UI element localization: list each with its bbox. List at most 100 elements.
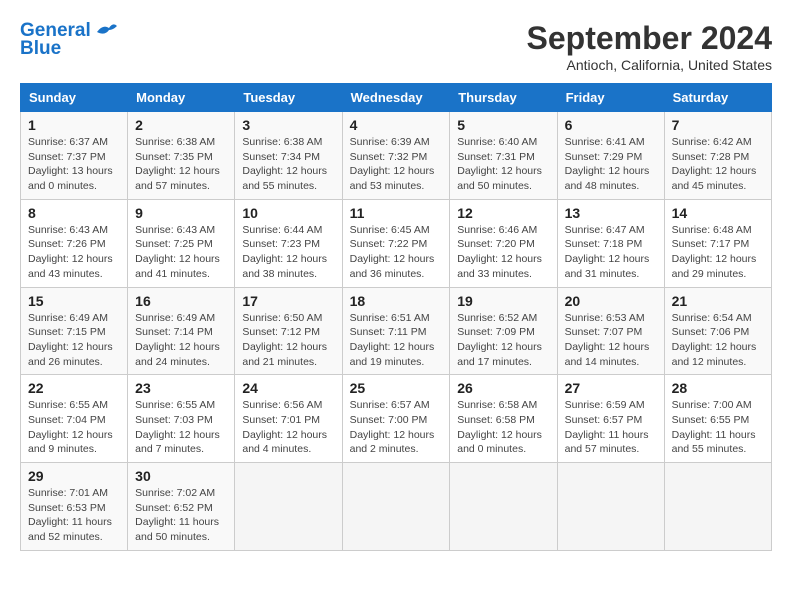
calendar-day-cell: 24Sunrise: 6:56 AMSunset: 7:01 PMDayligh… <box>235 375 342 463</box>
day-of-week-header: Tuesday <box>235 84 342 112</box>
calendar-day-cell: 12 Sunrise: 6:46 AMSunset: 7:20 PMDayligh… <box>450 199 557 287</box>
day-info: Sunrise: 6:57 AMSunset: 7:00 PMDaylight:… <box>350 398 443 457</box>
day-info: Sunrise: 6:49 AMSunset: 7:14 PMDaylight:… <box>135 311 227 370</box>
empty-day-cell <box>557 463 664 551</box>
calendar-day-cell: 20 Sunrise: 6:53 AMSunset: 7:07 PMDayligh… <box>557 287 664 375</box>
logo: General Blue <box>20 20 119 60</box>
calendar-day-cell: 1 Sunrise: 6:37 AMSunset: 7:37 PMDaylight… <box>21 112 128 200</box>
day-number: 12 <box>457 205 549 221</box>
calendar-day-cell: 26 Sunrise: 6:58 AMSunset: 6:58 PMDayligh… <box>450 375 557 463</box>
day-number: 30 <box>135 468 227 484</box>
day-number: 14 <box>672 205 764 221</box>
day-info: Sunrise: 6:55 AMSunset: 7:04 PMDaylight:… <box>28 398 120 457</box>
day-number: 27 <box>565 380 657 396</box>
calendar-day-cell: 9Sunrise: 6:43 AMSunset: 7:25 PMDaylight… <box>128 199 235 287</box>
day-info: Sunrise: 6:53 AMSunset: 7:07 PMDaylight:… <box>565 311 657 370</box>
day-number: 10 <box>242 205 334 221</box>
calendar-week-row: 1 Sunrise: 6:37 AMSunset: 7:37 PMDaylight… <box>21 112 772 200</box>
calendar-day-cell: 2 Sunrise: 6:38 AMSunset: 7:35 PMDaylight… <box>128 112 235 200</box>
day-of-week-header: Thursday <box>450 84 557 112</box>
day-info: Sunrise: 6:51 AMSunset: 7:11 PMDaylight:… <box>350 311 443 370</box>
day-info: Sunrise: 6:54 AMSunset: 7:06 PMDaylight:… <box>672 311 764 370</box>
day-number: 19 <box>457 293 549 309</box>
day-number: 22 <box>28 380 120 396</box>
day-info: Sunrise: 7:00 AMSunset: 6:55 PMDaylight:… <box>672 398 764 457</box>
day-info: Sunrise: 6:40 AMSunset: 7:31 PMDaylight:… <box>457 135 549 194</box>
day-number: 16 <box>135 293 227 309</box>
calendar-day-cell: 13Sunrise: 6:47 AMSunset: 7:18 PMDayligh… <box>557 199 664 287</box>
calendar-body: 1 Sunrise: 6:37 AMSunset: 7:37 PMDaylight… <box>21 112 772 551</box>
calendar-day-cell: 30 Sunrise: 7:02 AMSunset: 6:52 PMDayligh… <box>128 463 235 551</box>
day-number: 23 <box>135 380 227 396</box>
calendar-header-row: SundayMondayTuesdayWednesdayThursdayFrid… <box>21 84 772 112</box>
day-info: Sunrise: 6:38 AMSunset: 7:34 PMDaylight:… <box>242 135 334 194</box>
day-info: Sunrise: 6:52 AMSunset: 7:09 PMDaylight:… <box>457 311 549 370</box>
calendar-day-cell: 6 Sunrise: 6:41 AMSunset: 7:29 PMDaylight… <box>557 112 664 200</box>
day-info: Sunrise: 6:55 AMSunset: 7:03 PMDaylight:… <box>135 398 227 457</box>
calendar-week-row: 15Sunrise: 6:49 AMSunset: 7:15 PMDayligh… <box>21 287 772 375</box>
calendar-day-cell: 21 Sunrise: 6:54 AMSunset: 7:06 PMDayligh… <box>664 287 771 375</box>
page-header: General Blue September 2024 Antioch, Cal… <box>20 20 772 73</box>
day-number: 17 <box>242 293 334 309</box>
logo-bird-icon <box>95 22 119 40</box>
day-number: 1 <box>28 117 120 133</box>
day-info: Sunrise: 6:43 AMSunset: 7:25 PMDaylight:… <box>135 223 227 282</box>
day-number: 6 <box>565 117 657 133</box>
day-number: 11 <box>350 205 443 221</box>
calendar-week-row: 8Sunrise: 6:43 AMSunset: 7:26 PMDaylight… <box>21 199 772 287</box>
day-number: 3 <box>242 117 334 133</box>
day-number: 29 <box>28 468 120 484</box>
day-info: Sunrise: 7:02 AMSunset: 6:52 PMDaylight:… <box>135 486 227 545</box>
calendar-week-row: 22 Sunrise: 6:55 AMSunset: 7:04 PMDayligh… <box>21 375 772 463</box>
day-number: 7 <box>672 117 764 133</box>
calendar-day-cell: 7 Sunrise: 6:42 AMSunset: 7:28 PMDaylight… <box>664 112 771 200</box>
calendar-week-row: 29Sunrise: 7:01 AMSunset: 6:53 PMDayligh… <box>21 463 772 551</box>
day-number: 25 <box>350 380 443 396</box>
day-of-week-header: Sunday <box>21 84 128 112</box>
calendar-table: SundayMondayTuesdayWednesdayThursdayFrid… <box>20 83 772 551</box>
day-number: 21 <box>672 293 764 309</box>
calendar-day-cell: 17 Sunrise: 6:50 AMSunset: 7:12 PMDayligh… <box>235 287 342 375</box>
day-number: 26 <box>457 380 549 396</box>
calendar-day-cell: 11 Sunrise: 6:45 AMSunset: 7:22 PMDayligh… <box>342 199 450 287</box>
calendar-day-cell: 3 Sunrise: 6:38 AMSunset: 7:34 PMDaylight… <box>235 112 342 200</box>
day-info: Sunrise: 6:43 AMSunset: 7:26 PMDaylight:… <box>28 223 120 282</box>
day-number: 20 <box>565 293 657 309</box>
day-of-week-header: Wednesday <box>342 84 450 112</box>
day-info: Sunrise: 6:38 AMSunset: 7:35 PMDaylight:… <box>135 135 227 194</box>
day-info: Sunrise: 6:39 AMSunset: 7:32 PMDaylight:… <box>350 135 443 194</box>
calendar-day-cell: 10Sunrise: 6:44 AMSunset: 7:23 PMDayligh… <box>235 199 342 287</box>
day-of-week-header: Saturday <box>664 84 771 112</box>
day-info: Sunrise: 6:46 AMSunset: 7:20 PMDaylight:… <box>457 223 549 282</box>
empty-day-cell <box>235 463 342 551</box>
month-title: September 2024 <box>527 20 772 57</box>
title-area: September 2024 Antioch, California, Unit… <box>527 20 772 73</box>
calendar-day-cell: 14 Sunrise: 6:48 AMSunset: 7:17 PMDayligh… <box>664 199 771 287</box>
day-info: Sunrise: 6:50 AMSunset: 7:12 PMDaylight:… <box>242 311 334 370</box>
day-number: 5 <box>457 117 549 133</box>
calendar-day-cell: 27 Sunrise: 6:59 AMSunset: 6:57 PMDayligh… <box>557 375 664 463</box>
day-of-week-header: Monday <box>128 84 235 112</box>
calendar-day-cell: 29Sunrise: 7:01 AMSunset: 6:53 PMDayligh… <box>21 463 128 551</box>
calendar-day-cell: 25 Sunrise: 6:57 AMSunset: 7:00 PMDayligh… <box>342 375 450 463</box>
day-number: 15 <box>28 293 120 309</box>
day-info: Sunrise: 6:58 AMSunset: 6:58 PMDaylight:… <box>457 398 549 457</box>
calendar-day-cell: 23 Sunrise: 6:55 AMSunset: 7:03 PMDayligh… <box>128 375 235 463</box>
empty-day-cell <box>342 463 450 551</box>
calendar-day-cell: 18Sunrise: 6:51 AMSunset: 7:11 PMDayligh… <box>342 287 450 375</box>
day-of-week-header: Friday <box>557 84 664 112</box>
day-info: Sunrise: 6:37 AMSunset: 7:37 PMDaylight:… <box>28 135 120 194</box>
day-info: Sunrise: 6:45 AMSunset: 7:22 PMDaylight:… <box>350 223 443 282</box>
day-info: Sunrise: 6:41 AMSunset: 7:29 PMDaylight:… <box>565 135 657 194</box>
calendar-day-cell: 15Sunrise: 6:49 AMSunset: 7:15 PMDayligh… <box>21 287 128 375</box>
calendar-day-cell: 19 Sunrise: 6:52 AMSunset: 7:09 PMDayligh… <box>450 287 557 375</box>
empty-day-cell <box>664 463 771 551</box>
calendar-day-cell: 4Sunrise: 6:39 AMSunset: 7:32 PMDaylight… <box>342 112 450 200</box>
day-info: Sunrise: 6:48 AMSunset: 7:17 PMDaylight:… <box>672 223 764 282</box>
calendar-day-cell: 8Sunrise: 6:43 AMSunset: 7:26 PMDaylight… <box>21 199 128 287</box>
day-info: Sunrise: 6:59 AMSunset: 6:57 PMDaylight:… <box>565 398 657 457</box>
day-info: Sunrise: 6:47 AMSunset: 7:18 PMDaylight:… <box>565 223 657 282</box>
day-info: Sunrise: 6:42 AMSunset: 7:28 PMDaylight:… <box>672 135 764 194</box>
calendar-day-cell: 22 Sunrise: 6:55 AMSunset: 7:04 PMDayligh… <box>21 375 128 463</box>
day-number: 2 <box>135 117 227 133</box>
